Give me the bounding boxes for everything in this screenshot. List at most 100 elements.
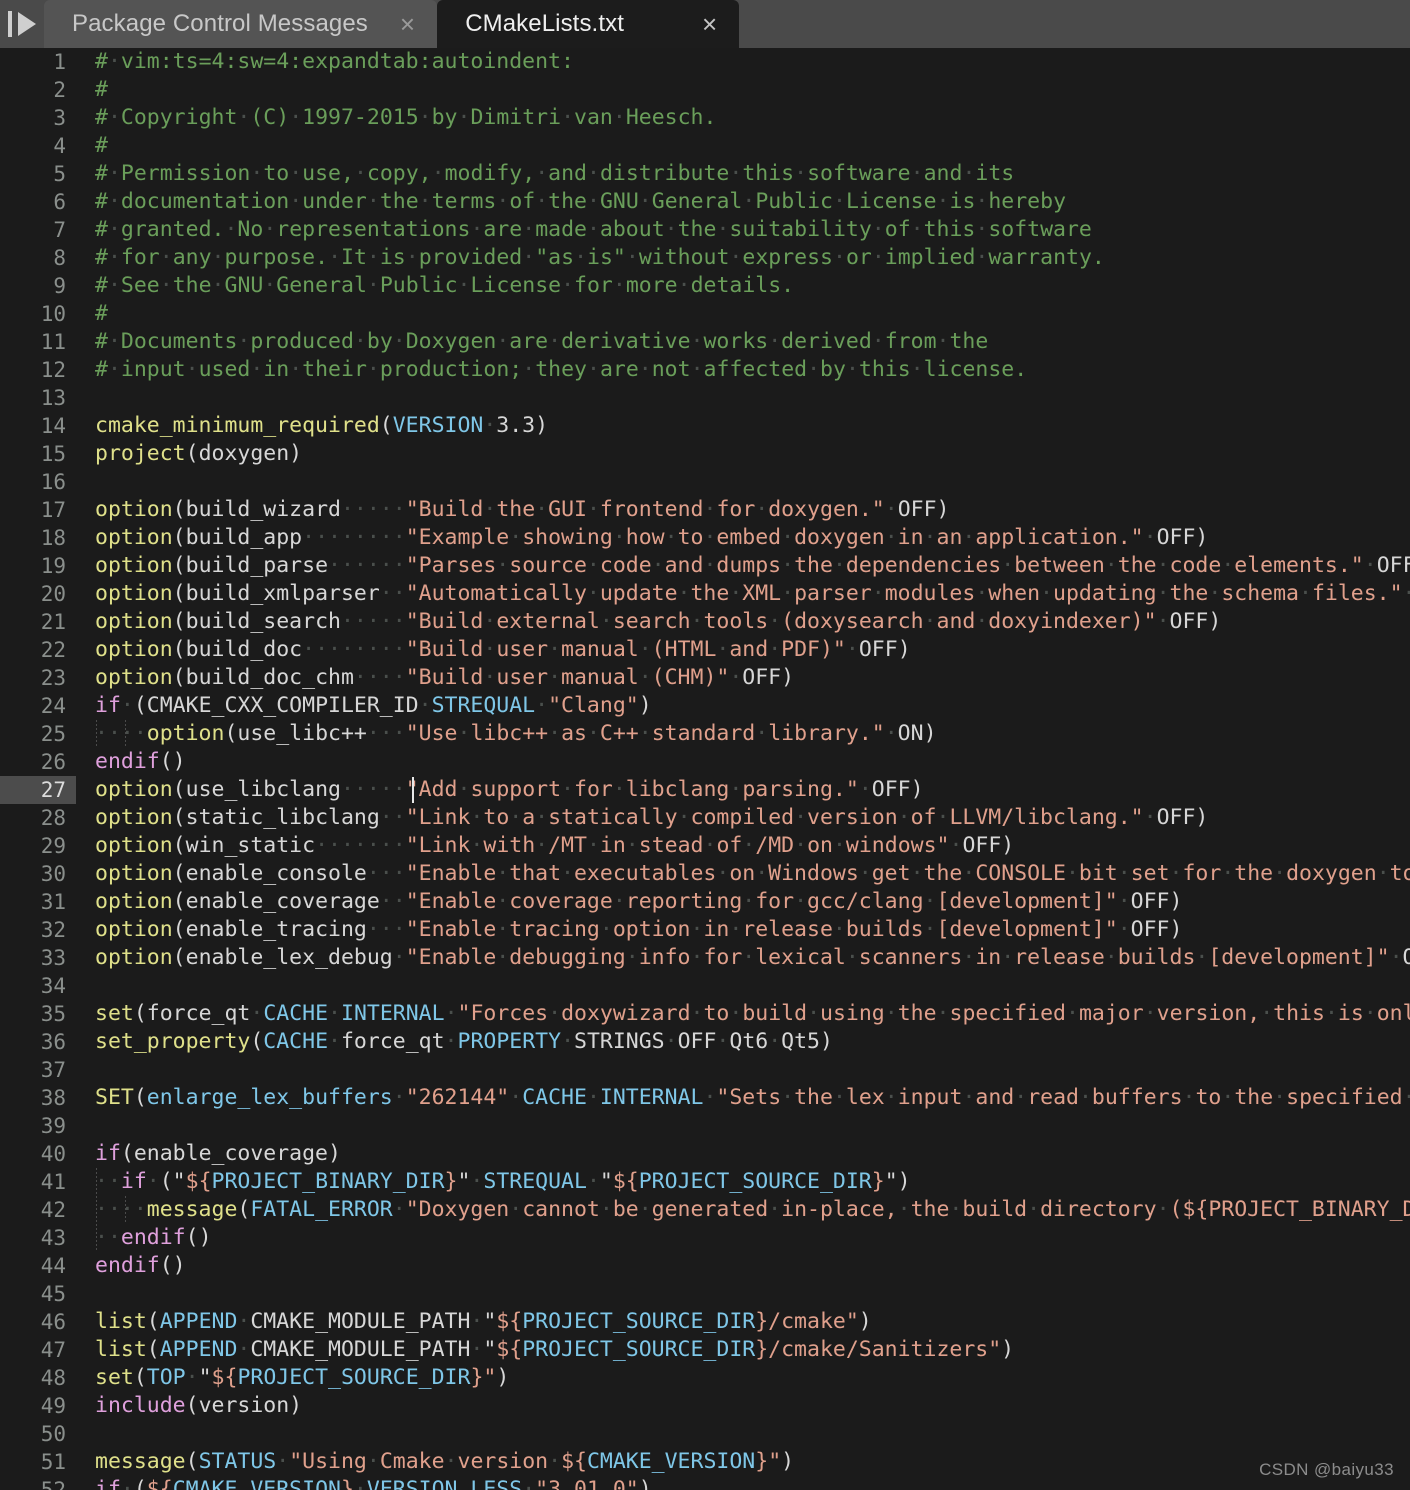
- code-line[interactable]: #·input·used·in·their·production;·they·a…: [76, 356, 1410, 384]
- whitespace-marker: ·: [1143, 525, 1157, 550]
- code-line[interactable]: #: [76, 76, 1410, 104]
- whitespace-marker: ·: [729, 777, 743, 802]
- code-token-c: this: [858, 357, 911, 382]
- code-line[interactable]: #·for·any·purpose.·It·is·provided·"as·is…: [76, 244, 1410, 272]
- code-line[interactable]: option(build_doc········"Build·user·manu…: [76, 636, 1410, 664]
- code-line[interactable]: list(APPEND·CMAKE_MODULE_PATH·"${PROJECT…: [76, 1336, 1410, 1364]
- code-line[interactable]: include(version): [76, 1392, 1410, 1420]
- code-line[interactable]: project(doxygen): [76, 440, 1410, 468]
- code-line[interactable]: ··if·("${PROJECT_BINARY_DIR}"·STREQUAL·"…: [76, 1168, 1410, 1196]
- code-line[interactable]: #·Permission·to·use,·copy,·modify,·and·d…: [76, 160, 1410, 188]
- code-token-c: use,: [302, 161, 354, 186]
- code-token-st: "Sets: [716, 1085, 782, 1110]
- code-line[interactable]: #·granted.·No·representations·are·made·a…: [76, 216, 1410, 244]
- code-token-st: "Enable: [405, 861, 497, 886]
- code-line[interactable]: option(enable_coverage··"Enable·coverage…: [76, 888, 1410, 916]
- whitespace-marker: ·: [561, 105, 575, 130]
- code-line[interactable]: option(build_app········"Example·showing…: [76, 524, 1410, 552]
- whitespace-marker: ·: [107, 329, 121, 354]
- tab-active-1[interactable]: CMakeLists.txt ×: [437, 0, 740, 48]
- whitespace-marker: ·: [509, 1085, 523, 1110]
- whitespace-marker: ·: [237, 105, 251, 130]
- line-number: 30: [40, 862, 66, 886]
- whitespace-marker: ·: [703, 833, 717, 858]
- tab-scroll-left-button[interactable]: [0, 0, 44, 48]
- tab-inactive-0[interactable]: Package Control Messages ×: [44, 0, 438, 48]
- whitespace-marker: ·: [1027, 1197, 1041, 1222]
- code-line[interactable]: option(build_search·····"Build·external·…: [76, 608, 1410, 636]
- code-line[interactable]: option(enable_console···"Enable·that·exe…: [76, 860, 1410, 888]
- code-token-vd: ${: [561, 1449, 587, 1474]
- code-token-fn: option: [146, 721, 225, 746]
- code-token-st: dependencies: [845, 553, 1002, 578]
- whitespace-marker: ·: [120, 1477, 134, 1490]
- code-line[interactable]: #·See·the·GNU·General·Public·License·for…: [76, 272, 1410, 300]
- code-line[interactable]: option(build_wizard·····"Build·the·GUI·f…: [76, 496, 1410, 524]
- code-line[interactable]: set(force_qt·CACHE·INTERNAL·"Forces·doxy…: [76, 1000, 1410, 1028]
- code-token-st: the: [923, 861, 963, 886]
- code-line[interactable]: if·(CMAKE_CXX_COMPILER_ID·STREQUAL·"Clan…: [76, 692, 1410, 720]
- whitespace-marker: ·: [936, 1001, 950, 1026]
- code-line[interactable]: endif(): [76, 1252, 1410, 1280]
- code-line[interactable]: option(static_libclang··"Link·to·a·stati…: [76, 804, 1410, 832]
- code-token-c: #: [95, 161, 108, 186]
- code-line[interactable]: list(APPEND·CMAKE_MODULE_PATH·"${PROJECT…: [76, 1308, 1410, 1336]
- code-line[interactable]: cmake_minimum_required(VERSION·3.3): [76, 412, 1410, 440]
- whitespace-marker: ·: [444, 1001, 458, 1026]
- whitespace-marker: ·: [781, 581, 795, 606]
- code-line[interactable]: [76, 1112, 1410, 1140]
- code-line[interactable]: #·documentation·under·the·terms·of·the·G…: [76, 188, 1410, 216]
- code-line[interactable]: message(STATUS·"Using·Cmake·version·${CM…: [76, 1448, 1410, 1476]
- code-line[interactable]: option(win_static·······"Link·with·/MT·i…: [76, 832, 1410, 860]
- code-line[interactable]: #·Documents·produced·by·Doxygen·are·deri…: [76, 328, 1410, 356]
- code-line[interactable]: set(TOP·"${PROJECT_SOURCE_DIR}"): [76, 1364, 1410, 1392]
- whitespace-marker: ·: [910, 357, 924, 382]
- code-token-id: enable_lex_debug: [185, 945, 393, 970]
- code-line[interactable]: option(use_libclang·····"Add·support·for…: [76, 776, 1410, 804]
- code-line[interactable]: option(build_xmlparser··"Automatically·u…: [76, 580, 1410, 608]
- whitespace-marker: ·: [444, 1449, 458, 1474]
- code-line[interactable]: endif(): [76, 748, 1410, 776]
- code-line[interactable]: ··endif(): [76, 1224, 1410, 1252]
- code-line[interactable]: #·vim:ts=4:sw=4:expandtab:autoindent:: [76, 48, 1410, 76]
- code-line[interactable]: [76, 1280, 1410, 1308]
- line-number-gutter: 1 2 3 4 5 6 7 8 9 10 11 12 13 14 15 16 17 18 19 20 21 22 23 24 2…: [0, 48, 76, 1490]
- code-token-kw: enlarge_lex_buffers: [146, 1085, 393, 1110]
- code-line[interactable]: ····message(FATAL_ERROR·"Doxygen·cannot·…: [76, 1196, 1410, 1224]
- code-line[interactable]: #·Copyright·(C)·1997-2015·by·Dimitri·van…: [76, 104, 1410, 132]
- whitespace-marker: ·: [1403, 581, 1410, 606]
- code-line[interactable]: SET(enlarge_lex_buffers·"262144"·CACHE·I…: [76, 1084, 1410, 1112]
- code-line[interactable]: if(enable_coverage): [76, 1140, 1410, 1168]
- code-token-id: OFF: [1130, 917, 1170, 942]
- code-line[interactable]: [76, 1420, 1410, 1448]
- code-line[interactable]: #: [76, 132, 1410, 160]
- code-line[interactable]: set_property(CACHE·force_qt·PROPERTY·STR…: [76, 1028, 1410, 1056]
- code-token-st: user: [496, 665, 549, 690]
- code-line[interactable]: [76, 972, 1410, 1000]
- code-line[interactable]: option(build_doc_chm····"Build·user·manu…: [76, 664, 1410, 692]
- code-token-pu: ): [1195, 805, 1209, 830]
- code-line[interactable]: if·(${CMAKE_VERSION}·VERSION_LESS·"3.01.…: [76, 1476, 1410, 1490]
- close-icon[interactable]: ×: [702, 11, 717, 37]
- code-line[interactable]: #: [76, 300, 1410, 328]
- code-token-st: tools: [703, 609, 769, 634]
- code-token-pn: if: [120, 1169, 147, 1194]
- code-line[interactable]: [76, 384, 1410, 412]
- whitespace-marker: ·: [509, 1197, 523, 1222]
- code-token-st: dumps: [716, 553, 782, 578]
- code-line[interactable]: option(enable_lex_debug·"Enable·debuggin…: [76, 944, 1410, 972]
- editor-pane[interactable]: 1 2 3 4 5 6 7 8 9 10 11 12 13 14 15 16 17 18 19 20 21 22 23 24 2…: [0, 48, 1410, 1490]
- code-token-st: build: [742, 1001, 808, 1026]
- code-line[interactable]: [76, 1056, 1410, 1084]
- code-token-st: standard: [651, 721, 756, 746]
- close-icon[interactable]: ×: [400, 11, 415, 37]
- code-line[interactable]: option(build_parse······"Parses·source·c…: [76, 552, 1410, 580]
- code-token-pu: ): [820, 1029, 833, 1054]
- code-line[interactable]: [76, 468, 1410, 496]
- code-line[interactable]: ····option(use_libc++···"Use·libc++·as·C…: [76, 720, 1410, 748]
- code-line[interactable]: option(enable_tracing···"Enable·tracing·…: [76, 916, 1410, 944]
- code-content[interactable]: #·vim:ts=4:sw=4:expandtab:autoindent: # #·…: [76, 48, 1410, 1490]
- code-token-st: parser: [794, 581, 872, 606]
- code-token-fn: project: [95, 441, 186, 466]
- code-token-fn: message: [146, 1197, 238, 1222]
